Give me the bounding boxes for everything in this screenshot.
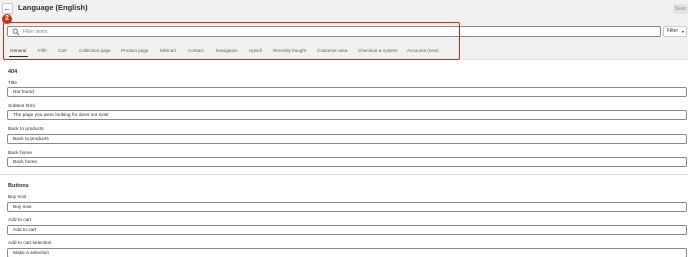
field-label-title: Title bbox=[8, 81, 17, 86]
add-to-cart-field-value: Add to cart bbox=[13, 228, 37, 233]
back-button[interactable]: ← bbox=[2, 3, 13, 14]
tab-upsell[interactable]: Upsell bbox=[249, 47, 262, 55]
back-home-field[interactable]: Back home bbox=[7, 157, 687, 167]
section-title-buttons: Buttons bbox=[8, 183, 29, 189]
step-number-badge: 2 bbox=[2, 14, 12, 24]
back-to-products-field[interactable]: Back to products bbox=[7, 134, 687, 144]
tab-collection-page[interactable]: Collection page bbox=[79, 47, 111, 55]
section-divider bbox=[0, 174, 688, 175]
filter-button[interactable]: Filter ▾ bbox=[663, 26, 687, 37]
back-to-products-field-value: Back to products bbox=[13, 137, 49, 142]
field-label-subtext-html: Subtext html bbox=[8, 104, 35, 109]
tab-minicart[interactable]: Minicart bbox=[160, 47, 176, 55]
search-icon bbox=[12, 28, 20, 36]
add-to-cart-field[interactable]: Add to cart bbox=[7, 225, 687, 235]
tab-checkout-system[interactable]: Checkout & system bbox=[358, 47, 398, 55]
arrow-left-icon: ← bbox=[3, 4, 12, 13]
tab-recently-bought[interactable]: Recently bought bbox=[273, 47, 306, 55]
subtext-html-field[interactable]: The page you were looking for does not e… bbox=[7, 110, 687, 120]
tab-accounts-new[interactable]: Accounts (new) bbox=[407, 47, 439, 55]
tab-general[interactable]: General bbox=[10, 47, 26, 55]
filter-label: Filter bbox=[667, 28, 679, 34]
title-field[interactable]: Not found bbox=[7, 87, 687, 97]
translations-panel: 404 Title Not found Subtext html The pag… bbox=[0, 60, 688, 257]
subtext-html-field-value: The page you were looking for does not e… bbox=[13, 113, 109, 118]
page-title: Language (English) bbox=[18, 3, 88, 12]
field-label-add-to-cart: Add to cart bbox=[8, 218, 32, 223]
title-field-value: Not found bbox=[13, 90, 34, 95]
tab-filth[interactable]: Filth bbox=[38, 47, 47, 55]
tab-contact[interactable]: Contact bbox=[188, 47, 204, 55]
add-to-cart-selection-field-value: Make a selection bbox=[13, 251, 49, 256]
field-label-add-to-cart-selection: Add to cart selection bbox=[8, 241, 52, 246]
field-label-back-home: Back home bbox=[8, 151, 32, 156]
active-tab-indicator bbox=[9, 56, 28, 57]
add-to-cart-selection-field[interactable]: Make a selection bbox=[7, 248, 687, 257]
tab-product-page[interactable]: Product page bbox=[121, 47, 148, 55]
buy-now-field-value: Buy now bbox=[13, 205, 32, 210]
section-title-404: 404 bbox=[8, 69, 18, 75]
search-input[interactable]: Filter items bbox=[7, 26, 661, 37]
tab-customer-area[interactable]: Customer area bbox=[317, 47, 347, 55]
field-label-buy-now: Buy now bbox=[8, 195, 27, 200]
back-home-field-value: Back home bbox=[13, 160, 37, 165]
top-bar: ← Language (English) Save bbox=[0, 0, 688, 18]
buy-now-field[interactable]: Buy now bbox=[7, 202, 687, 212]
tab-bar: General Filth Cart Collection page Produ… bbox=[0, 47, 688, 59]
search-placeholder: Filter items bbox=[23, 29, 48, 35]
save-button[interactable]: Save bbox=[672, 4, 688, 14]
chevron-down-icon: ▾ bbox=[681, 29, 684, 34]
tab-navigation[interactable]: Navigation bbox=[216, 47, 238, 55]
tab-cart[interactable]: Cart bbox=[58, 47, 67, 55]
field-label-back-to-products: Back to products bbox=[8, 127, 44, 132]
